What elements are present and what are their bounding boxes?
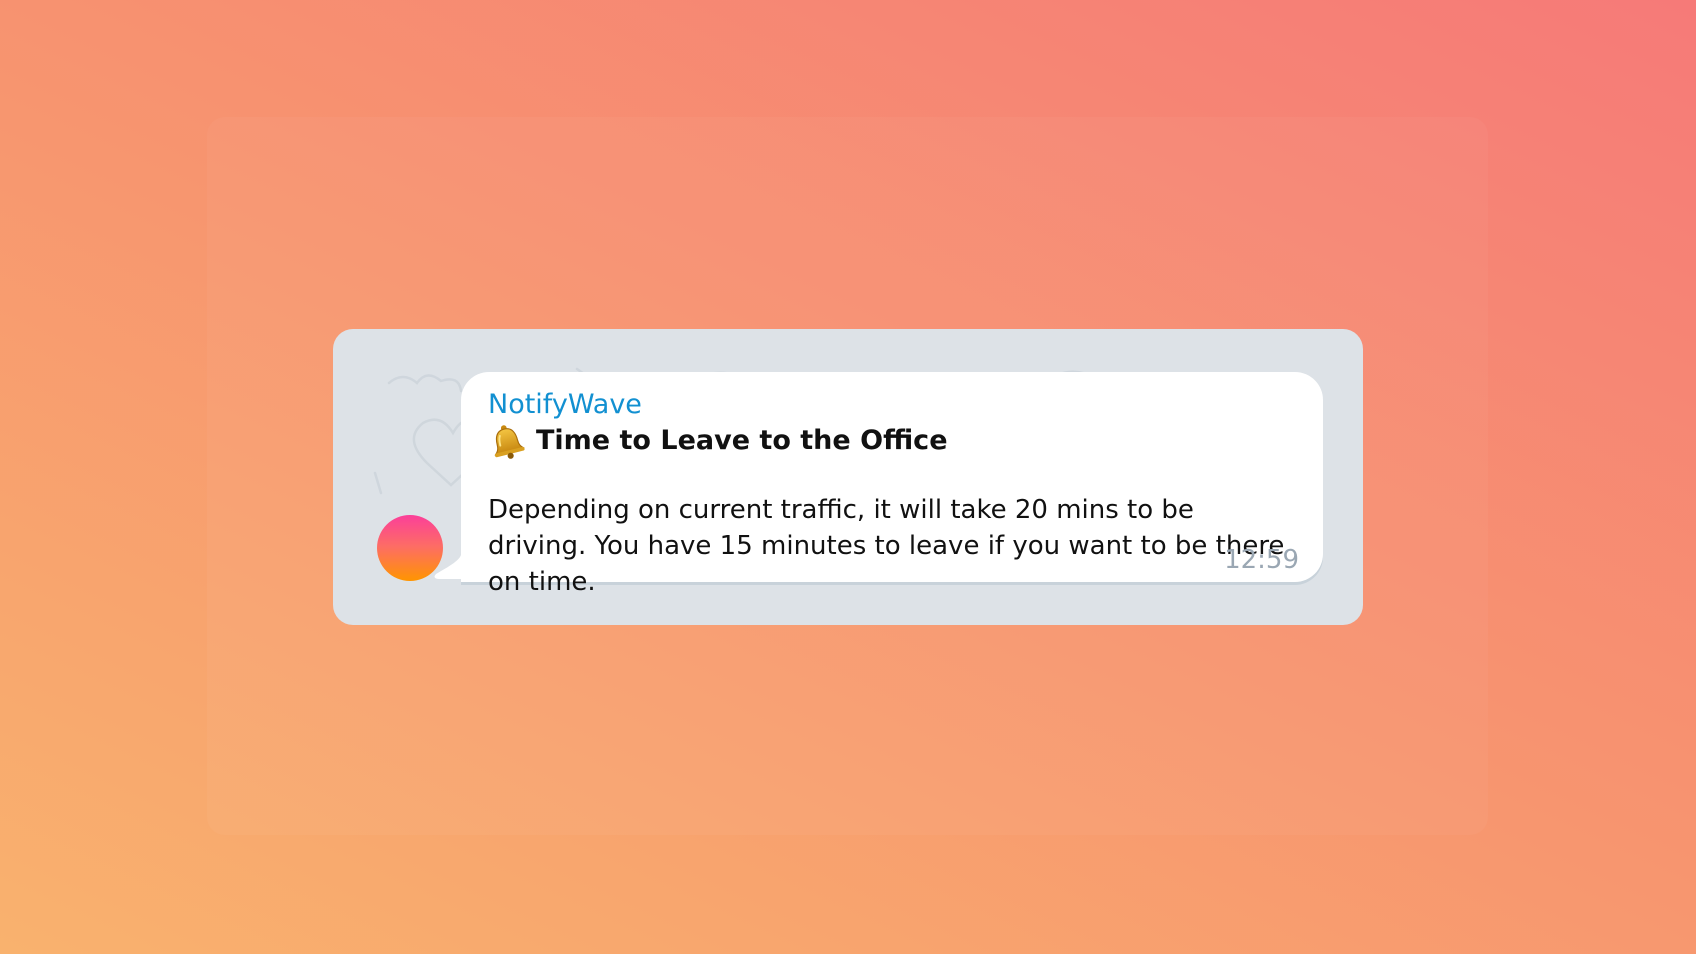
sender-name[interactable]: NotifyWave [488, 388, 642, 422]
message-title: Time to Leave to the Office [536, 425, 948, 456]
message-timestamp: 12:59 [1224, 545, 1299, 575]
message-title-row: Time to Leave to the Office [488, 422, 948, 460]
message-body: Depending on current traffic, it will ta… [488, 495, 1285, 597]
chat-window: NotifyWave Time to Leave to the Office D… [333, 329, 1363, 625]
message-bubble[interactable]: NotifyWave Time to Leave to the Office D… [461, 372, 1323, 597]
bell-icon [494, 425, 525, 459]
